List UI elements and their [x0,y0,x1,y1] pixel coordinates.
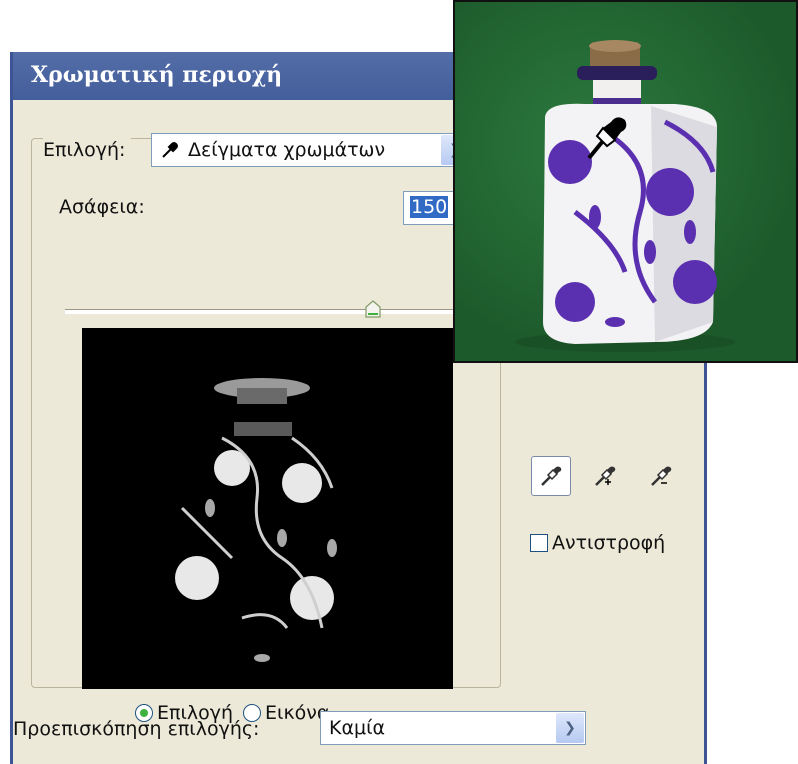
mask-image [175,378,337,662]
bottle-image [515,40,735,352]
eyedropper-minus-icon [651,466,672,486]
slider-thumb[interactable] [364,300,381,318]
eyedropper-button[interactable] [531,456,571,496]
preview-label: Προεπισκόπηση επιλογής: [13,718,260,740]
eyedropper-icon [541,466,562,486]
select-value: Δείγματα χρωμάτων [188,139,386,161]
chevron-down-icon[interactable]: ❯ [556,713,584,743]
fuzziness-label: Ασάφεια: [59,196,145,218]
invert-checkbox[interactable] [530,534,548,552]
preview-value: Καμία [329,717,386,739]
select-dropdown[interactable]: Δείγματα χρωμάτων ❯ [151,133,471,167]
select-label: Επιλογή: [43,139,126,161]
preview-dropdown[interactable]: Καμία ❯ [320,711,586,745]
fuzziness-value: 150 [410,196,449,218]
selection-preview [82,328,453,689]
eyedropper-icon [162,142,178,158]
dialog-title: Χρωματική περιοχή [31,62,283,88]
invert-label: Αντιστροφή [552,532,666,554]
select-row: Επιλογή: [43,132,132,168]
fuzziness-slider[interactable] [65,309,475,314]
eyedropper-plus-button[interactable] [585,456,625,496]
eyedropper-plus-icon [595,466,616,486]
bottle-photo [453,0,798,363]
eyedropper-minus-button[interactable] [641,456,681,496]
invert-checkbox-row[interactable]: Αντιστροφή [530,532,665,554]
